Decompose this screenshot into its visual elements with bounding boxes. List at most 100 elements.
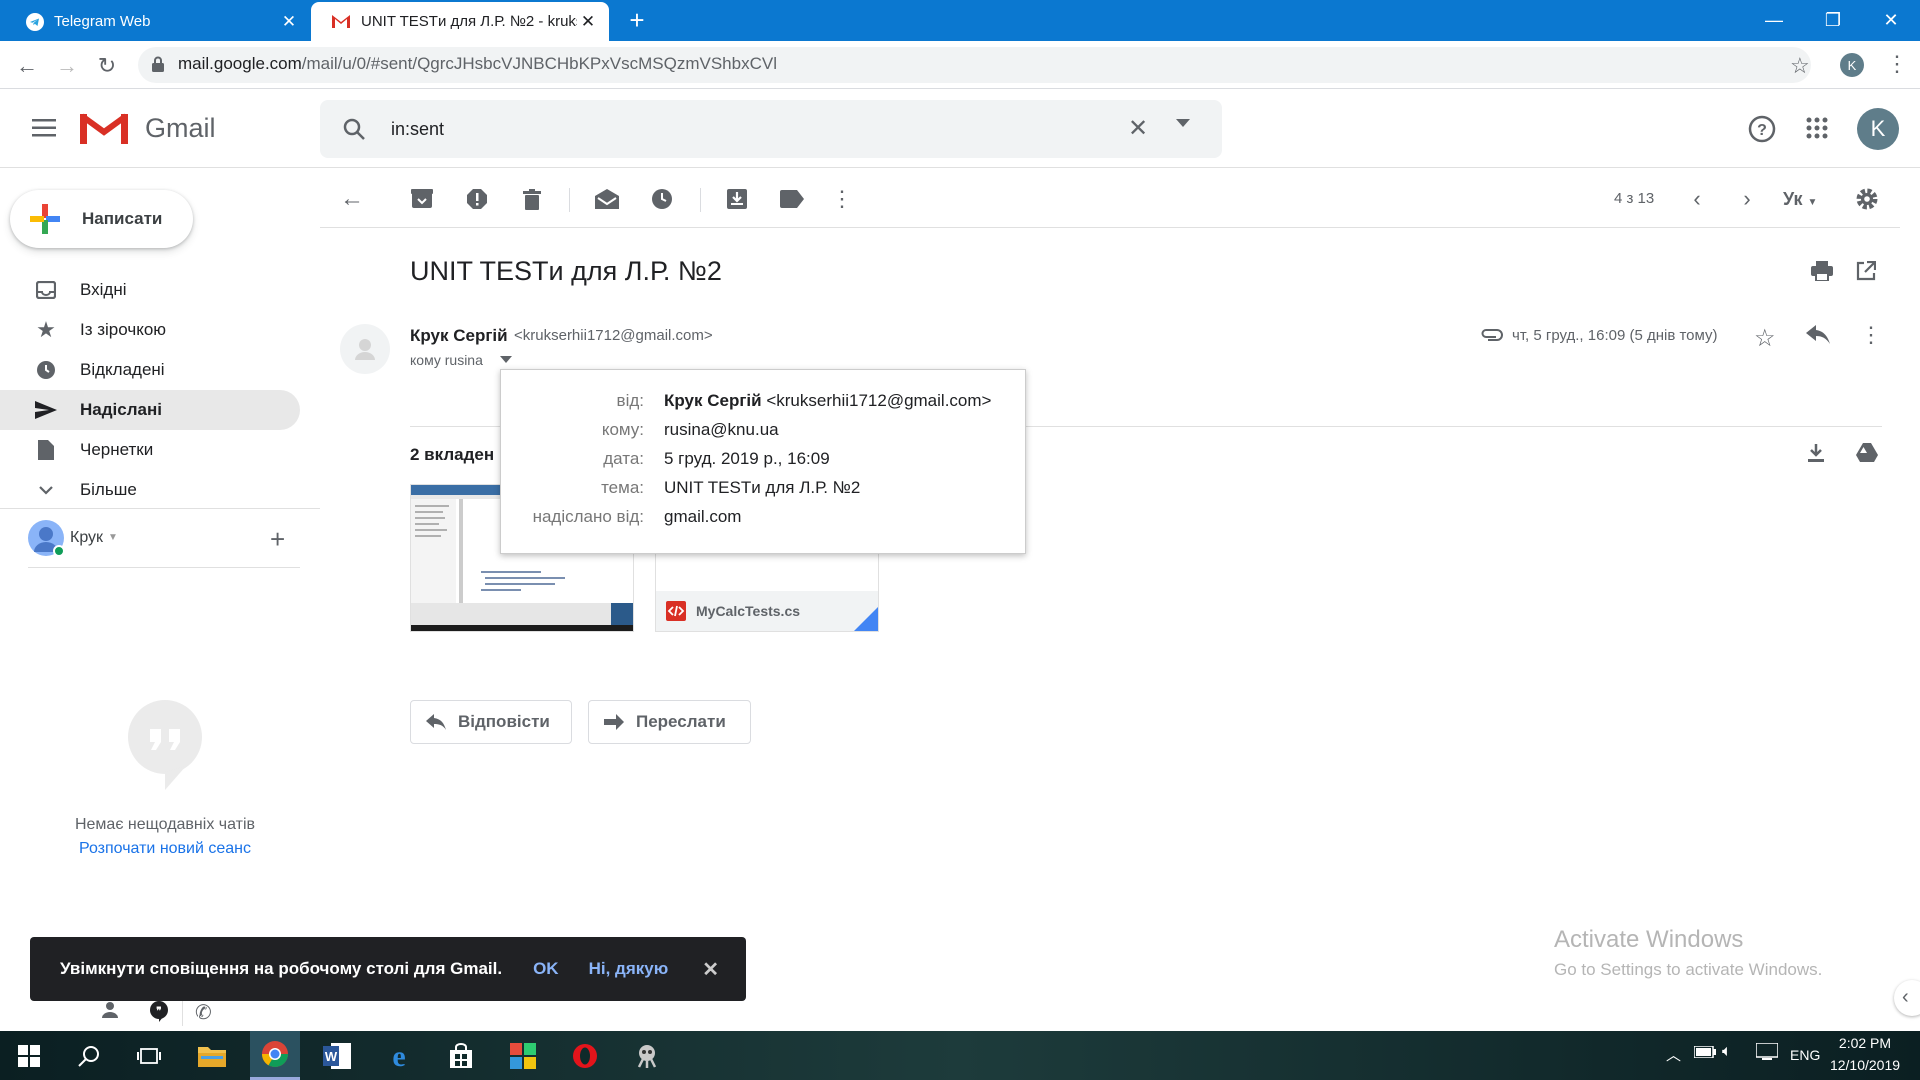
sidebar-item-drafts[interactable]: Чернетки xyxy=(0,430,300,470)
clock-date[interactable]: 12/10/2019 xyxy=(1820,1057,1910,1073)
new-tab-button[interactable]: + xyxy=(624,7,650,34)
toolbar-divider xyxy=(320,227,1900,228)
browser-menu-icon[interactable]: ⋮ xyxy=(1886,51,1908,77)
snooze-icon[interactable] xyxy=(648,185,676,213)
tab-title: Telegram Web xyxy=(54,13,151,30)
file-explorer-icon[interactable] xyxy=(187,1031,237,1080)
close-window-icon[interactable]: ✕ xyxy=(1868,0,1914,40)
network-icon[interactable] xyxy=(1756,1043,1778,1061)
older-icon[interactable]: › xyxy=(1733,185,1761,213)
omnibox[interactable]: mail.google.com/mail/u/0/#sent/QgrcJHsbc… xyxy=(138,47,1811,83)
hangouts-user[interactable]: Крук xyxy=(70,529,103,547)
tab-telegram[interactable]: Telegram Web ✕ xyxy=(6,2,310,41)
details-mailed-by-row: надіслано від: gmail.com xyxy=(501,507,1025,527)
reply-button[interactable]: Відповісти xyxy=(410,700,572,744)
star-icon: ★ xyxy=(36,317,56,342)
hangouts-icon[interactable]: ❞ xyxy=(148,1000,170,1022)
back-icon[interactable]: ← xyxy=(14,53,40,79)
archive-icon[interactable] xyxy=(408,185,436,213)
store-icon[interactable] xyxy=(436,1031,486,1080)
show-hidden-icons[interactable]: ︿ xyxy=(1666,1044,1681,1065)
show-details-icon[interactable] xyxy=(500,356,512,363)
close-tab-icon[interactable]: ✕ xyxy=(577,11,599,33)
back-to-list-icon[interactable]: ← xyxy=(338,185,366,213)
details-value: Крук Сергій <krukserhii1712@gmail.com> xyxy=(664,391,992,410)
toast-close-icon[interactable]: ✕ xyxy=(702,957,719,982)
hangouts-avatar[interactable] xyxy=(28,520,64,556)
attachment-clip-icon xyxy=(1480,328,1504,342)
side-panel-toggle-icon[interactable]: ‹ xyxy=(1894,980,1920,1016)
sidebar-item-starred[interactable]: ★ Із зірочкою xyxy=(0,310,300,350)
account-avatar[interactable]: K xyxy=(1857,108,1899,150)
search-box[interactable]: in:sent ✕ xyxy=(320,100,1222,158)
print-icon[interactable] xyxy=(1808,257,1836,285)
mark-unread-icon[interactable] xyxy=(593,185,621,213)
bookmark-star-icon[interactable]: ☆ xyxy=(1790,53,1810,79)
sender-avatar[interactable] xyxy=(340,324,390,374)
word-icon[interactable]: W xyxy=(312,1031,362,1080)
chrome-taskbar-icon[interactable] xyxy=(250,1031,300,1080)
windows-start-icon[interactable] xyxy=(4,1031,54,1080)
clear-search-icon[interactable]: ✕ xyxy=(1128,114,1148,143)
close-tab-icon[interactable]: ✕ xyxy=(278,11,300,33)
gmail-logo[interactable] xyxy=(80,110,128,146)
opera-icon[interactable] xyxy=(560,1031,610,1080)
forward-button[interactable]: Переслати xyxy=(588,700,751,744)
app-icon[interactable] xyxy=(622,1031,672,1080)
help-icon[interactable]: ? xyxy=(1748,115,1776,143)
apps-grid-icon[interactable] xyxy=(1806,117,1828,139)
start-chat-link[interactable]: Розпочати новий сеанс xyxy=(0,840,330,858)
code-file-icon xyxy=(666,601,686,621)
reload-icon[interactable]: ↻ xyxy=(94,53,120,79)
add-contact-icon[interactable]: + xyxy=(270,524,285,555)
delete-icon[interactable] xyxy=(518,185,546,213)
input-tools-button[interactable]: Ук ▼ xyxy=(1783,189,1817,210)
divider xyxy=(700,188,701,212)
language-indicator[interactable]: ENG xyxy=(1790,1047,1820,1063)
phone-icon[interactable]: ✆ xyxy=(195,1000,212,1025)
battery-icon[interactable] xyxy=(1694,1046,1716,1058)
toast-no-thanks-button[interactable]: Ні, дякую xyxy=(589,959,669,979)
restore-icon[interactable]: ❐ xyxy=(1810,0,1856,40)
reply-icon[interactable] xyxy=(1806,325,1830,345)
sidebar-item-inbox[interactable]: Вхідні xyxy=(0,270,300,310)
star-message-icon[interactable]: ☆ xyxy=(1754,324,1776,353)
main-menu-icon[interactable] xyxy=(32,119,56,137)
task-view-icon[interactable] xyxy=(124,1031,174,1080)
clock-time[interactable]: 2:02 PM xyxy=(1820,1035,1910,1051)
attachments-label: 2 вкладен xyxy=(410,445,495,464)
details-key: від: xyxy=(616,391,644,410)
download-all-icon[interactable] xyxy=(1806,443,1826,463)
sidebar-item-label: Надіслані xyxy=(80,400,162,419)
tab-gmail[interactable]: UNIT TESTи для Л.Р. №2 - kruks ✕ xyxy=(311,2,609,41)
more-actions-icon[interactable]: ⋮ xyxy=(828,185,856,213)
forward-icon[interactable]: → xyxy=(54,53,80,79)
office-apps-icon[interactable] xyxy=(498,1031,548,1080)
move-to-icon[interactable] xyxy=(723,185,751,213)
save-to-drive-icon[interactable] xyxy=(1856,443,1878,463)
sidebar-item-more[interactable]: Більше xyxy=(0,470,300,510)
taskbar-search-icon[interactable] xyxy=(64,1031,114,1080)
contacts-icon[interactable] xyxy=(100,1000,120,1020)
minimize-icon[interactable]: — xyxy=(1751,0,1797,40)
spam-icon[interactable] xyxy=(463,185,491,213)
sidebar-item-snoozed[interactable]: Відкладені xyxy=(0,350,300,390)
volume-icon[interactable]: 🔈︎ xyxy=(1722,1043,1732,1061)
sender-name[interactable]: Крук Сергій xyxy=(410,326,508,346)
edge-icon[interactable]: e xyxy=(374,1031,424,1080)
compose-button[interactable]: Написати xyxy=(10,190,193,248)
search-icon[interactable] xyxy=(342,117,366,141)
sidebar-item-sent[interactable]: Надіслані xyxy=(0,390,300,430)
open-new-window-icon[interactable] xyxy=(1852,257,1880,285)
search-options-icon[interactable] xyxy=(1176,119,1190,127)
profile-avatar[interactable]: K xyxy=(1840,53,1864,77)
label-icon[interactable] xyxy=(778,185,806,213)
message-more-icon[interactable]: ⋮ xyxy=(1860,322,1882,348)
sidebar-item-label: Відкладені xyxy=(80,360,165,379)
caret-down-icon[interactable]: ▼ xyxy=(108,532,118,543)
no-chats-text: Немає нещодавніх чатів xyxy=(74,816,256,833)
search-input[interactable]: in:sent xyxy=(391,119,444,140)
settings-gear-icon[interactable] xyxy=(1853,185,1881,213)
toast-ok-button[interactable]: OK xyxy=(533,959,559,979)
newer-icon[interactable]: ‹ xyxy=(1683,185,1711,213)
